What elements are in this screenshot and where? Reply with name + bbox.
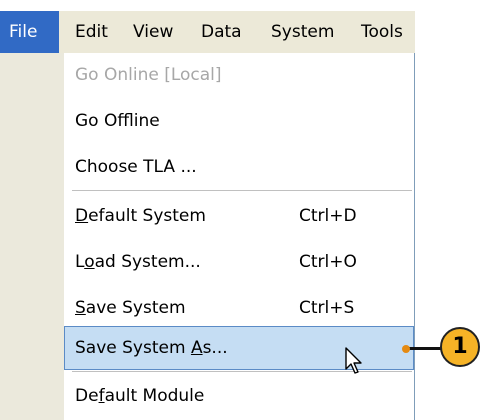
shortcut-label: Ctrl+S xyxy=(299,298,355,318)
menu-item-label: Go Offline xyxy=(75,111,160,131)
menu-tools[interactable]: Tools xyxy=(352,11,415,53)
menu-bar: File Edit View Data System Tools xyxy=(0,11,415,53)
menu-edit[interactable]: Edit xyxy=(66,11,122,53)
menu-view[interactable]: View xyxy=(124,11,190,53)
menu-item-label: Default Module xyxy=(75,386,205,406)
menu-file[interactable]: File xyxy=(0,11,59,53)
menu-item-label: Save System As... xyxy=(75,338,228,358)
menu-item-save-system[interactable]: Save System Ctrl+S xyxy=(64,286,414,330)
mnemonic: o xyxy=(84,252,95,272)
menu-item-label: Choose TLA ... xyxy=(75,157,197,177)
menu-system[interactable]: System xyxy=(262,11,350,53)
menu-item-choose-tla[interactable]: Choose TLA ... xyxy=(64,145,414,189)
mouse-cursor-icon xyxy=(345,347,362,374)
menu-data[interactable]: Data xyxy=(192,11,260,53)
menu-item-default-system[interactable]: Default System Ctrl+D xyxy=(64,194,414,238)
mnemonic: A xyxy=(190,338,203,358)
menu-item-label: Save System xyxy=(75,298,186,318)
menu-separator xyxy=(72,190,412,191)
menu-item-label: Default System xyxy=(75,206,206,226)
mnemonic: D xyxy=(75,206,89,226)
menu-item-default-module[interactable]: Default Module xyxy=(64,374,414,418)
callout-anchor-dot xyxy=(402,345,410,353)
menu-item-load-system[interactable]: Load System... Ctrl+O xyxy=(64,240,414,284)
menu-item-go-offline[interactable]: Go Offline xyxy=(64,99,414,143)
callout-number-badge: 1 xyxy=(440,327,480,367)
shortcut-label: Ctrl+O xyxy=(299,252,357,272)
shortcut-label: Ctrl+D xyxy=(299,206,357,226)
menu-item-label: Go Online [Local] xyxy=(75,65,222,85)
menu-item-label: Load System... xyxy=(75,252,201,272)
menu-icon-gutter xyxy=(0,53,64,420)
mnemonic: S xyxy=(75,298,86,318)
menu-item-go-online: Go Online [Local] xyxy=(64,53,414,97)
